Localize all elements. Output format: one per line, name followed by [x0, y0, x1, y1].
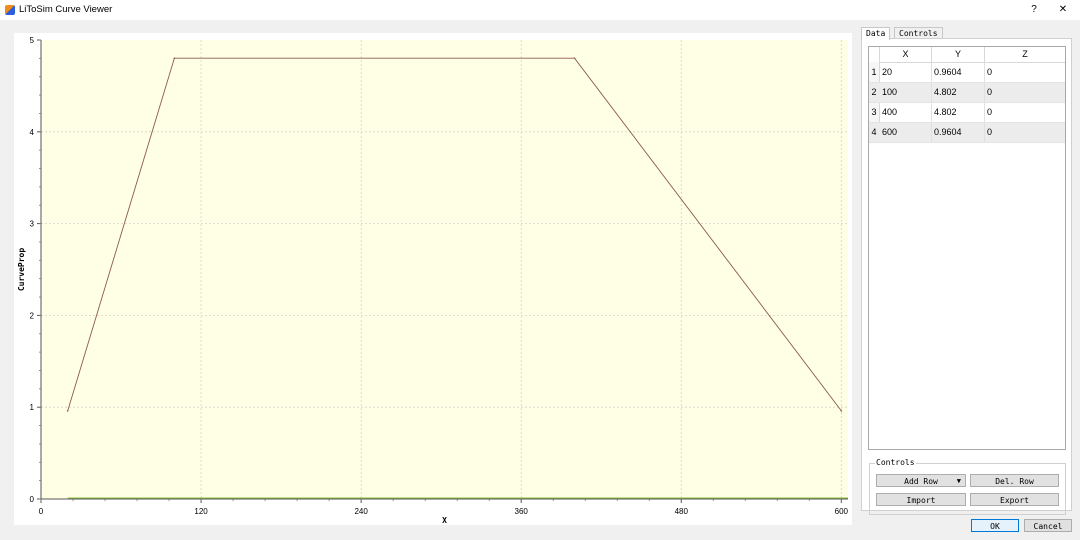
cell-x[interactable]: 600 [880, 123, 932, 142]
plot-background [41, 40, 848, 499]
y-tick-label: 3 [30, 220, 35, 229]
ok-button[interactable]: OK [971, 519, 1019, 532]
cell-x[interactable]: 100 [880, 83, 932, 102]
row-header[interactable]: 3 [869, 103, 879, 122]
cell-x[interactable]: 400 [880, 103, 932, 122]
x-tick-label: 600 [835, 507, 849, 516]
data-point [840, 410, 843, 412]
y-axis-label: CurveProp [17, 248, 26, 292]
table-row[interactable]: 1 20 0.9604 0 [869, 63, 1065, 83]
delete-row-button[interactable]: Del. Row [970, 474, 1059, 487]
window-title: LiToSim Curve Viewer [19, 4, 113, 15]
cancel-button[interactable]: Cancel [1024, 519, 1072, 532]
column-header-y[interactable]: Y [932, 47, 985, 62]
x-tick-label: 0 [39, 507, 44, 516]
controls-group-title: Controls [875, 458, 916, 467]
curve-plot[interactable]: 0 1 2 3 4 5 0 120 240 360 480 600 X CurveProp [14, 33, 852, 525]
row-header[interactable]: 2 [869, 83, 879, 102]
table-row[interactable]: 2 100 4.802 0 [869, 83, 1065, 103]
export-button[interactable]: Export [970, 493, 1059, 506]
chevron-down-icon[interactable]: ▼ [957, 475, 961, 488]
help-button[interactable]: ? [1024, 2, 1044, 18]
import-button[interactable]: Import [876, 493, 966, 506]
tab-data[interactable]: Data [861, 27, 891, 40]
row-header[interactable]: 1 [869, 63, 879, 82]
cell-y[interactable]: 4.802 [932, 103, 985, 122]
close-button[interactable]: ✕ [1053, 2, 1073, 18]
column-header-x[interactable]: X [880, 47, 932, 62]
data-point [66, 410, 69, 412]
y-tick-label: 5 [30, 36, 35, 45]
app-icon [5, 5, 15, 15]
cell-z[interactable]: 0 [985, 123, 1063, 142]
cell-y[interactable]: 4.802 [932, 83, 985, 102]
cell-y[interactable]: 0.9604 [932, 63, 985, 82]
cell-y[interactable]: 0.9604 [932, 123, 985, 142]
table-header: X Y Z [869, 47, 1065, 63]
x-tick-label: 360 [515, 507, 529, 516]
table-row[interactable]: 3 400 4.802 0 [869, 103, 1065, 123]
data-tab-pane: X Y Z 1 20 0.9604 0 2 100 4.802 0 3 400 … [861, 38, 1072, 515]
data-point [573, 57, 576, 59]
add-row-button[interactable]: Add Row ▼ [876, 474, 966, 487]
x-tick-label: 240 [354, 507, 368, 516]
x-axis-label: X [442, 516, 447, 525]
row-header[interactable]: 4 [869, 123, 879, 142]
cell-z[interactable]: 0 [985, 103, 1063, 122]
add-row-label: Add Row [904, 477, 938, 486]
y-tick-label: 2 [30, 311, 35, 320]
cell-z[interactable]: 0 [985, 83, 1063, 102]
plot-svg: 0 1 2 3 4 5 0 120 240 360 480 600 X CurveProp [17, 36, 849, 525]
column-header-z[interactable]: Z [985, 47, 1065, 62]
cell-x[interactable]: 20 [880, 63, 932, 82]
y-tick-label: 1 [30, 403, 35, 412]
table-corner[interactable] [869, 47, 880, 62]
right-panel: Data Controls X Y Z 1 20 0.9604 0 2 100 … [861, 27, 1072, 515]
cell-z[interactable]: 0 [985, 63, 1063, 82]
table-row[interactable]: 4 600 0.9604 0 [869, 123, 1065, 143]
y-tick-label: 0 [30, 495, 35, 504]
y-tick-label: 4 [30, 128, 35, 137]
data-table[interactable]: X Y Z 1 20 0.9604 0 2 100 4.802 0 3 400 … [868, 46, 1066, 450]
x-tick-label: 120 [194, 507, 208, 516]
title-bar: LiToSim Curve Viewer ? ✕ [0, 0, 1080, 20]
x-tick-label: 480 [675, 507, 689, 516]
controls-group: Controls Add Row ▼ Del. Row Import Expor… [869, 458, 1066, 515]
data-point [173, 57, 176, 59]
